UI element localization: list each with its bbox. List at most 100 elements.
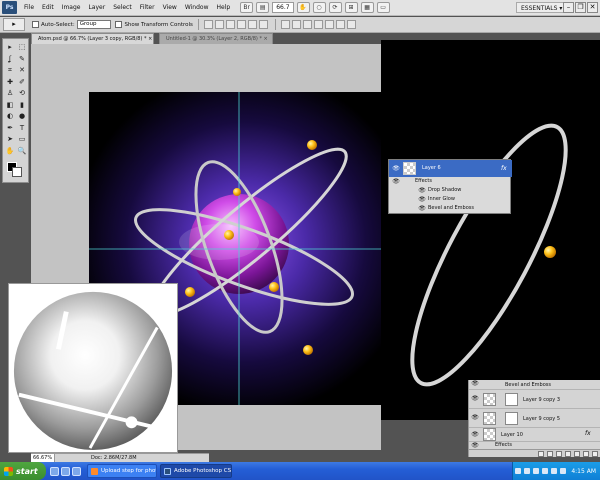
layer-effect-row[interactable]: 👁 Effects <box>469 442 600 449</box>
tray-icon[interactable] <box>524 468 531 474</box>
distribute-left-icon[interactable] <box>313 20 323 29</box>
eye-icon[interactable]: 👁 <box>471 442 479 449</box>
zoom-level-field[interactable]: 66.7 <box>272 2 294 13</box>
new-layer-icon[interactable] <box>583 450 589 457</box>
path-select-icon[interactable]: ➤ <box>5 134 15 144</box>
effects-row[interactable]: 👁 Effects <box>389 177 512 186</box>
menu-file[interactable]: File <box>20 0 38 16</box>
eraser-tool-icon[interactable]: ◧ <box>5 100 15 110</box>
auto-align-icon[interactable] <box>346 20 356 29</box>
gradient-tool-icon[interactable]: ▮ <box>17 100 27 110</box>
restore-button[interactable]: ❐ <box>575 2 586 13</box>
eye-icon[interactable]: 👁 <box>418 204 426 213</box>
new-group-icon[interactable] <box>574 450 580 457</box>
marquee-tool-icon[interactable]: ⬚ <box>17 42 27 52</box>
eye-icon[interactable]: 👁 <box>418 195 426 204</box>
mini-bridge-icon[interactable]: ▤ <box>256 2 270 13</box>
layer-row-layer-6[interactable]: 👁 Layer 6 fx <box>389 160 512 177</box>
crop-tool-icon[interactable]: ⌗ <box>5 65 15 75</box>
tray-icon[interactable] <box>515 468 522 474</box>
grid-icon[interactable]: ⊞ <box>344 2 358 13</box>
tray-icon[interactable] <box>551 468 558 474</box>
type-tool-icon[interactable]: T <box>17 123 27 133</box>
quick-launch-icon[interactable] <box>61 466 70 476</box>
start-button[interactable]: start <box>0 462 46 480</box>
zoom-icon[interactable]: ○ <box>312 2 326 13</box>
eye-icon[interactable]: 👁 <box>471 395 479 402</box>
add-mask-icon[interactable] <box>556 450 562 457</box>
menu-select[interactable]: Select <box>109 0 136 16</box>
quick-launch-icon[interactable] <box>72 466 81 476</box>
background-color-swatch[interactable] <box>12 167 22 177</box>
taskbar-item-browser[interactable]: Upload step for phot... <box>87 464 157 478</box>
align-middle-icon[interactable] <box>214 20 224 29</box>
layer-row[interactable]: 👁 Layer 10 fx <box>469 428 600 442</box>
minimize-button[interactable]: – <box>563 2 574 13</box>
menu-window[interactable]: Window <box>181 0 213 16</box>
auto-select-dropdown[interactable]: Group <box>76 20 112 29</box>
quick-launch-icon[interactable] <box>50 466 59 476</box>
hand-icon[interactable]: ✋ <box>296 2 310 13</box>
layer-row[interactable]: 👁 Layer 9 copy 3 <box>469 390 600 409</box>
close-button[interactable]: ✕ <box>587 2 598 13</box>
taskbar-item-photoshop[interactable]: Adobe Photoshop CS... <box>160 464 232 478</box>
effect-row-drop-shadow[interactable]: 👁 Drop Shadow <box>389 186 512 195</box>
hand-tool-icon[interactable]: ✋ <box>5 146 15 156</box>
effect-row-inner-glow[interactable]: 👁 Inner Glow <box>389 195 512 204</box>
tray-icon[interactable] <box>533 468 540 474</box>
rotate-view-icon[interactable]: ⟳ <box>328 2 342 13</box>
healing-brush-icon[interactable]: ✚ <box>5 77 15 87</box>
menu-edit[interactable]: Edit <box>38 0 58 16</box>
tray-icon[interactable] <box>542 468 549 474</box>
distribute-center-icon[interactable] <box>324 20 334 29</box>
bridge-icon[interactable]: Br <box>240 2 254 13</box>
lasso-tool-icon[interactable]: ʆ <box>5 54 15 64</box>
volume-icon[interactable] <box>560 468 567 474</box>
eye-icon[interactable]: 👁 <box>471 380 479 387</box>
tab-untitled-document[interactable]: Untitled-1 @ 30.3% (Layer 2, RGB/8) * × <box>159 33 273 44</box>
orbit-preview-document[interactable] <box>381 40 600 420</box>
quick-select-tool-icon[interactable]: ✎ <box>17 54 27 64</box>
distribute-bottom-icon[interactable] <box>302 20 312 29</box>
align-center-icon[interactable] <box>247 20 257 29</box>
workspace-switcher[interactable]: ESSENTIALS ▾ <box>516 2 568 13</box>
menu-image[interactable]: Image <box>58 0 85 16</box>
distribute-right-icon[interactable] <box>335 20 345 29</box>
eyedropper-tool-icon[interactable]: ✕ <box>17 65 27 75</box>
adjustment-layer-icon[interactable] <box>565 450 571 457</box>
clone-stamp-icon[interactable]: ♙ <box>5 88 15 98</box>
eye-icon[interactable]: 👁 <box>392 177 400 186</box>
zoom-tool-icon[interactable]: 🔍 <box>17 146 27 156</box>
distribute-middle-icon[interactable] <box>291 20 301 29</box>
eye-icon[interactable]: 👁 <box>418 186 426 195</box>
align-top-icon[interactable] <box>203 20 213 29</box>
sphere-thumbnail-preview[interactable] <box>8 283 178 453</box>
menu-layer[interactable]: Layer <box>84 0 109 16</box>
eye-icon[interactable]: 👁 <box>471 414 479 421</box>
layer-effect-row[interactable]: 👁 Bevel and Emboss <box>469 380 600 390</box>
brush-tool-icon[interactable]: ✐ <box>17 77 27 87</box>
menu-view[interactable]: View <box>159 0 181 16</box>
add-style-icon[interactable] <box>547 450 553 457</box>
shape-tool-icon[interactable]: ▭ <box>17 134 27 144</box>
tool-preset-picker[interactable]: ▸ <box>3 18 25 31</box>
effect-row-bevel-emboss[interactable]: 👁 Bevel and Emboss <box>389 204 512 213</box>
align-right-icon[interactable] <box>258 20 268 29</box>
show-transform-checkbox[interactable] <box>115 21 123 28</box>
trash-icon[interactable] <box>592 450 598 457</box>
link-layers-icon[interactable] <box>538 450 544 457</box>
align-left-icon[interactable] <box>236 20 246 29</box>
history-brush-icon[interactable]: ⟲ <box>17 88 27 98</box>
screen-mode-icon[interactable]: ▭ <box>376 2 390 13</box>
menu-help[interactable]: Help <box>213 0 235 16</box>
auto-select-checkbox[interactable] <box>32 21 39 28</box>
align-bottom-icon[interactable] <box>225 20 235 29</box>
blur-tool-icon[interactable]: ● <box>17 111 27 121</box>
tab-atom-document[interactable]: Atom.psd @ 66.7% (Layer 3 copy, RGB/8) *… <box>31 33 154 44</box>
distribute-top-icon[interactable] <box>280 20 290 29</box>
layer-row[interactable]: 👁 Layer 9 copy 5 <box>469 409 600 428</box>
eye-icon[interactable]: 👁 <box>392 160 400 177</box>
eye-icon[interactable]: 👁 <box>471 431 479 438</box>
arrange-documents-icon[interactable]: ▦ <box>360 2 374 13</box>
close-icon[interactable]: × <box>148 36 152 42</box>
